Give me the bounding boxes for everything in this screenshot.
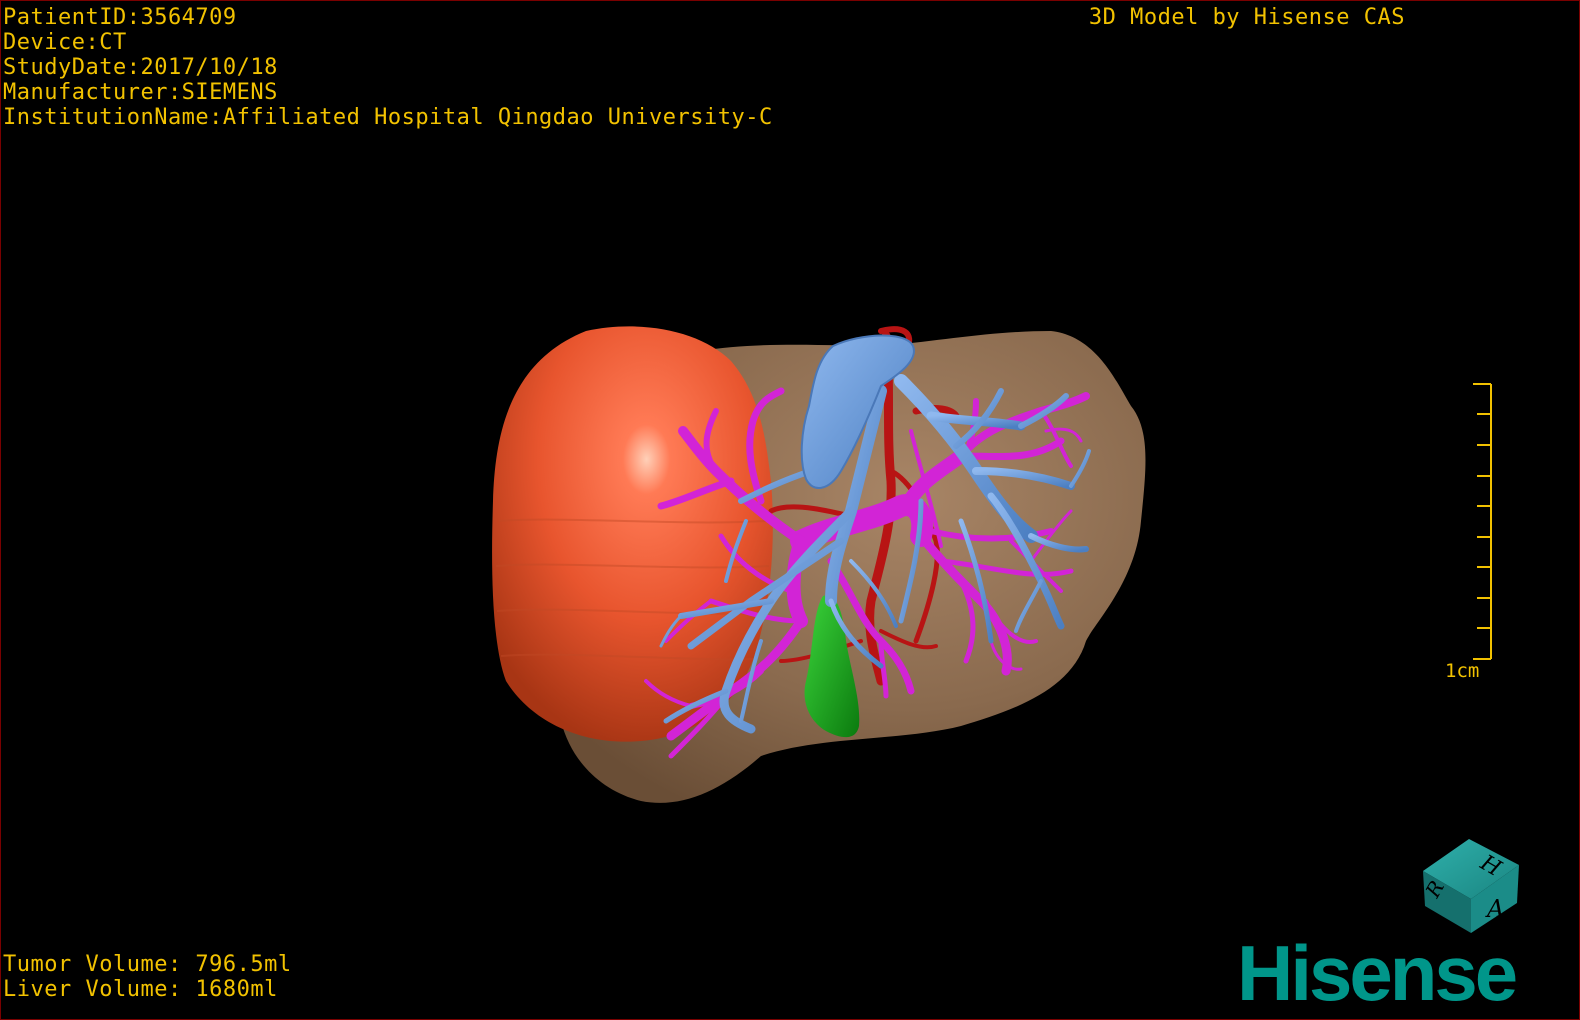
orientation-cube[interactable]: H A R (1420, 839, 1519, 933)
tumor-volume: Tumor Volume: 796.5ml (3, 952, 292, 977)
volume-overlay: Tumor Volume: 796.5ml Liver Volume: 1680m… (3, 952, 292, 1002)
scale-bar-label: 1cm (1445, 660, 1480, 682)
scale-bar (1473, 383, 1492, 660)
institution-name: InstitutionName:Affiliated Hospital Qing… (3, 105, 773, 130)
manufacturer: Manufacturer:SIEMENS (3, 80, 278, 105)
model-credit: 3D Model by Hisense CAS (1088, 5, 1405, 30)
hisense-logo: Hisense (1237, 929, 1518, 1017)
device: Device:CT (3, 30, 127, 55)
patient-id: PatientID:3564709 (3, 5, 237, 30)
liver-volume: Liver Volume: 1680ml (3, 977, 278, 1002)
study-info-overlay: PatientID:3564709 Device:CT StudyDate:2017… (3, 5, 773, 130)
render-canvas[interactable]: H A R (1, 1, 1579, 1019)
3d-viewport[interactable]: H A R PatientID:3564709 Device:CT StudyDat… (0, 0, 1580, 1020)
study-date: StudyDate:2017/10/18 (3, 55, 278, 80)
orientation-label-a: A (1485, 895, 1504, 923)
